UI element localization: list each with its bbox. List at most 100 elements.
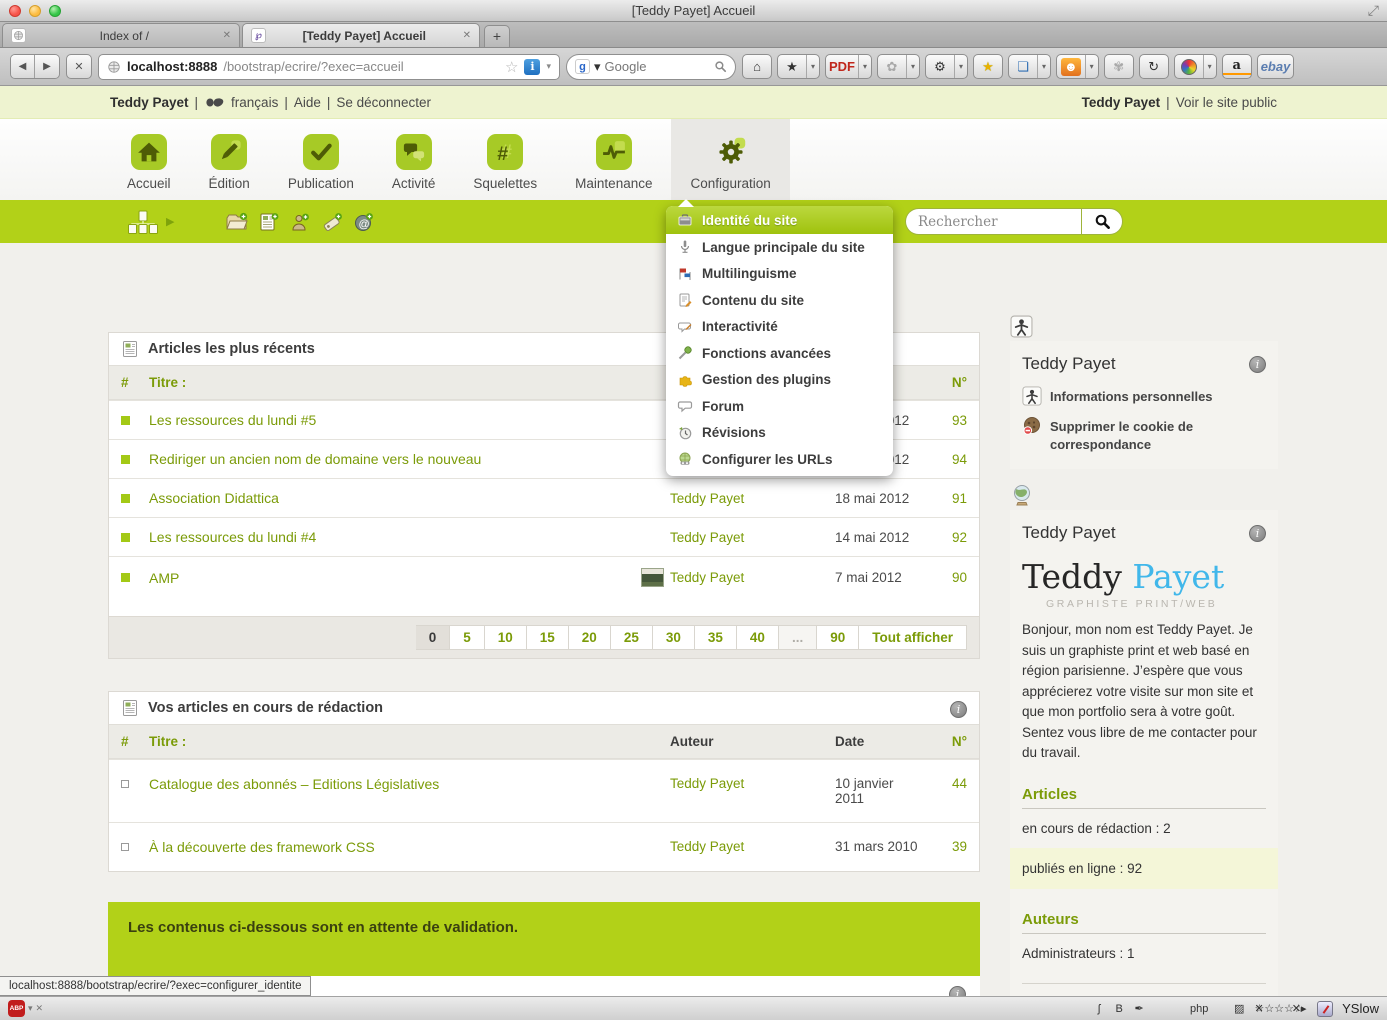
pagination-link[interactable]: 90 xyxy=(817,625,859,650)
menu-item-configurer-les-urls[interactable]: Configurer les URLs xyxy=(666,446,893,473)
delicious-button[interactable]: ★ ▾ xyxy=(973,54,1003,79)
pagination-link[interactable]: 15 xyxy=(527,625,569,650)
article-author-link[interactable]: Teddy Payet xyxy=(670,491,744,506)
foxyproxy-icon[interactable]: ✕▸ xyxy=(1291,1001,1307,1017)
article-title-link[interactable]: Les ressources du lundi #4 xyxy=(149,529,316,545)
colorzilla-button[interactable]: ▾ xyxy=(1174,54,1217,79)
forward-button[interactable]: ▶ xyxy=(35,55,59,78)
pdf-download-button[interactable]: PDF ▾ xyxy=(825,54,872,79)
nav-item-edition[interactable]: Édition xyxy=(190,119,269,200)
menu-item-contenu-du-site[interactable]: Contenu du site xyxy=(666,287,893,314)
info-button[interactable]: i xyxy=(1249,356,1266,373)
spip-search-input[interactable]: Rechercher xyxy=(905,208,1081,235)
spip-search-button[interactable] xyxy=(1081,208,1123,235)
url-dropdown-icon[interactable]: ▾ xyxy=(546,61,551,72)
menu-item-gestion-des-plugins[interactable]: Gestion des plugins xyxy=(666,367,893,394)
disabled-addon-button[interactable]: ✿ ▾ xyxy=(877,54,920,79)
new-tab-button[interactable]: + xyxy=(484,25,510,47)
button-dropdown-icon[interactable]: ▾ xyxy=(954,55,967,78)
php-icon[interactable]: php xyxy=(1191,1001,1207,1017)
pagination-link[interactable]: 40 xyxy=(737,625,779,650)
adblock-icon[interactable]: ABP xyxy=(8,1000,25,1017)
article-author-link[interactable]: Teddy Payet xyxy=(670,530,744,545)
web-search-field[interactable]: g ▾ Google xyxy=(566,54,736,80)
article-author-link[interactable]: Teddy Payet xyxy=(670,839,744,854)
article-title-link[interactable]: À la découverte des framework CSS xyxy=(149,839,375,855)
home-button[interactable]: ⌂ ▾ xyxy=(742,54,772,79)
stop-button[interactable]: ✕ xyxy=(66,54,92,79)
settings-button[interactable]: ⚙ ▾ xyxy=(925,54,968,79)
expand-tree-icon[interactable]: ▶ xyxy=(166,215,174,228)
address-bar[interactable]: localhost:8888/bootstrap/ecrire/?exec=ac… xyxy=(98,54,560,80)
ebay-button[interactable]: ebay ▾ xyxy=(1257,54,1295,79)
fireshot-button[interactable]: ☻ ▾ xyxy=(1056,54,1099,79)
pagination-link[interactable]: 30 xyxy=(653,625,695,650)
engine-dropdown-icon[interactable]: ▾ xyxy=(594,59,601,75)
delete-cookie-link[interactable]: Supprimer le cookie de correspondance xyxy=(1022,418,1266,453)
amazon-button[interactable]: a ▾ xyxy=(1222,54,1252,79)
menu-item-multilinguisme[interactable]: Multilinguisme xyxy=(666,261,893,288)
menu-item-forum[interactable]: Forum xyxy=(666,393,893,420)
article-title-link[interactable]: Rediriger un ancien nom de domaine vers … xyxy=(149,451,481,467)
menu-item-revisions[interactable]: Révisions xyxy=(666,420,893,447)
button-dropdown-icon[interactable]: ▾ xyxy=(1085,55,1098,78)
nav-item-activite[interactable]: Activité xyxy=(373,119,455,200)
menu-item-fonctions-avancees[interactable]: Fonctions avancées xyxy=(666,340,893,367)
site-identity-icon[interactable] xyxy=(107,60,121,74)
b-addon-icon[interactable]: B xyxy=(1111,1001,1127,1017)
pagination-link[interactable]: 5 xyxy=(450,625,485,650)
jquery-icon[interactable]: ʃ xyxy=(1091,1001,1107,1017)
window-resize-icon[interactable]: ⤢ xyxy=(1368,2,1379,19)
reload-every-button[interactable]: ↻ ▾ xyxy=(1139,54,1169,79)
new-keyword-icon[interactable] xyxy=(321,212,343,232)
button-dropdown-icon[interactable]: ▾ xyxy=(906,55,919,78)
pagination-link[interactable]: ... xyxy=(779,625,817,650)
pagination-link[interactable]: 20 xyxy=(569,625,611,650)
menu-item-interactivite[interactable]: Interactivité xyxy=(666,314,893,341)
yslow-gauge-icon[interactable] xyxy=(1317,1001,1333,1017)
pagination-link[interactable]: 0 xyxy=(416,625,451,650)
pagination-link[interactable]: 10 xyxy=(485,625,527,650)
smushit-button[interactable]: ✾ ▾ xyxy=(1104,54,1134,79)
site-tree-icon[interactable] xyxy=(128,210,158,234)
image-blocked-icon[interactable]: ▨ xyxy=(1231,1001,1247,1017)
new-article-icon[interactable] xyxy=(259,212,279,232)
nav-item-publication[interactable]: Publication xyxy=(269,119,373,200)
adblock-close-icon[interactable]: ✕ xyxy=(36,1003,44,1014)
button-dropdown-icon[interactable]: ▾ xyxy=(1037,55,1050,78)
nav-item-maintenance[interactable]: Maintenance xyxy=(556,119,671,200)
current-user-link[interactable]: Teddy Payet xyxy=(110,95,189,110)
star-rating-icon[interactable]: ☆☆☆☆☆ xyxy=(1271,1001,1287,1017)
feather-icon[interactable]: ✒ xyxy=(1131,1001,1147,1017)
info-button[interactable]: i xyxy=(950,701,967,718)
view-public-site-link[interactable]: Voir le site public xyxy=(1176,95,1277,110)
button-dropdown-icon[interactable]: ▾ xyxy=(806,55,819,78)
close-tab-icon[interactable]: ✕ xyxy=(223,30,231,41)
adblock-dropdown-icon[interactable]: ▾ xyxy=(28,1003,33,1014)
back-button[interactable]: ◀ xyxy=(11,55,35,78)
language-link[interactable]: français xyxy=(231,95,278,110)
nav-item-accueil[interactable]: Accueil xyxy=(108,119,190,200)
pagination-link[interactable]: 35 xyxy=(695,625,737,650)
article-title-link[interactable]: Les ressources du lundi #5 xyxy=(149,412,316,428)
article-author-link[interactable]: Teddy Payet xyxy=(670,570,744,585)
firebug-icon[interactable] xyxy=(1211,1001,1227,1017)
page-info-icon[interactable]: i xyxy=(524,59,540,75)
logout-link[interactable]: Se déconnecter xyxy=(336,95,431,110)
google-engine-icon[interactable]: g xyxy=(575,59,590,74)
menu-item-identite-du-site[interactable]: Identité du site xyxy=(666,206,893,234)
nav-item-squelettes[interactable]: ## Squelettes xyxy=(454,119,556,200)
article-title-link[interactable]: Catalogue des abonnés – Editions Législa… xyxy=(149,776,439,792)
help-link[interactable]: Aide xyxy=(294,95,321,110)
article-title-link[interactable]: AMP xyxy=(149,570,179,586)
menu-item-langue-principale[interactable]: Langue principale du site xyxy=(666,234,893,261)
pagination-link[interactable]: Tout afficher xyxy=(859,625,967,650)
bookmarks-button[interactable]: ★ ▾ xyxy=(777,54,820,79)
article-title-link[interactable]: Association Didattica xyxy=(149,490,279,506)
button-dropdown-icon[interactable]: ▾ xyxy=(858,55,871,78)
translate-button[interactable]: ❏ ▾ xyxy=(1008,54,1051,79)
nav-item-configuration[interactable]: Configuration xyxy=(671,119,789,200)
lock-icon[interactable] xyxy=(1171,1001,1187,1017)
button-dropdown-icon[interactable]: ▾ xyxy=(1203,55,1216,78)
personal-info-link[interactable]: Informations personnelles xyxy=(1022,388,1266,406)
